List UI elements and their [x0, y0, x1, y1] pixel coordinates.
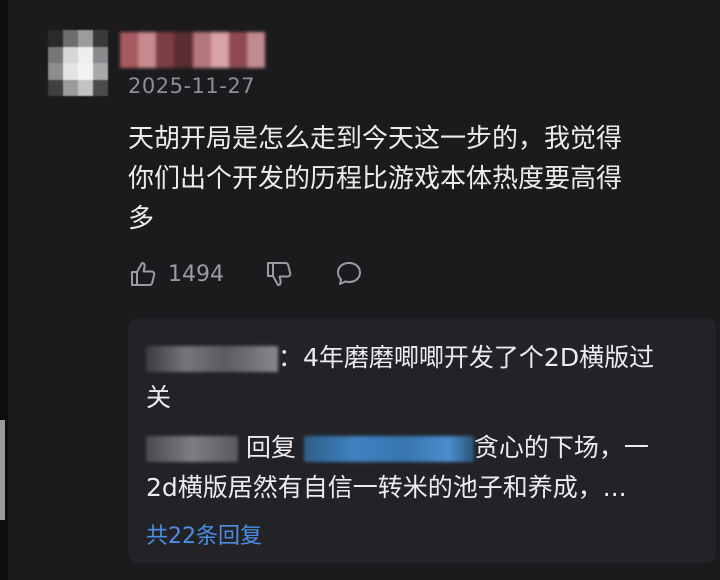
reply-item[interactable]: ：4年磨磨唧唧开发了个2D横版过 关 [146, 338, 706, 418]
reply-text: 贪心的下场，一 [473, 433, 649, 462]
like-count: 1494 [168, 261, 224, 287]
reply-separator: ： [278, 343, 304, 372]
reply-panel: ：4年磨磨唧唧开发了个2D横版过 关 回复 贪心的下场，一 2d横版居然有自信一… [128, 318, 716, 563]
speech-bubble-icon[interactable] [334, 259, 364, 289]
reply-text: 2d横版居然有自信一转米的池子和养成，... [146, 473, 627, 502]
comment-date: 2025-11-27 [128, 74, 256, 98]
reply-text: 4年磨磨唧唧开发了个2D横版过 [303, 343, 655, 372]
reply-target-redacted[interactable] [303, 436, 474, 462]
thumbs-down-icon[interactable] [264, 259, 294, 289]
reply-username-redacted[interactable] [146, 436, 238, 462]
reply-username-redacted[interactable] [146, 346, 278, 372]
comment-line: 你们出个开发的历程比游戏本体热度要高得 [128, 164, 623, 194]
comment-line: 多 [128, 204, 155, 234]
scrollbar-thumb[interactable] [0, 420, 5, 520]
comment-actions: 1494 [128, 256, 364, 292]
reply-to-label: 回复 [245, 433, 296, 462]
username-redacted[interactable] [120, 32, 265, 68]
view-all-replies-link[interactable]: 共22条回复 [146, 518, 262, 550]
thumbs-up-icon[interactable] [128, 259, 158, 289]
comment-text: 天胡开局是怎么走到今天这一步的，我觉得 你们出个开发的历程比游戏本体热度要高得 … [128, 119, 700, 239]
avatar[interactable] [48, 30, 108, 96]
reply-text: 关 [146, 383, 172, 412]
reply-item[interactable]: 回复 贪心的下场，一 2d横版居然有自信一转米的池子和养成，... [146, 428, 706, 508]
comment-line: 天胡开局是怎么走到今天这一步的，我觉得 [128, 124, 623, 154]
